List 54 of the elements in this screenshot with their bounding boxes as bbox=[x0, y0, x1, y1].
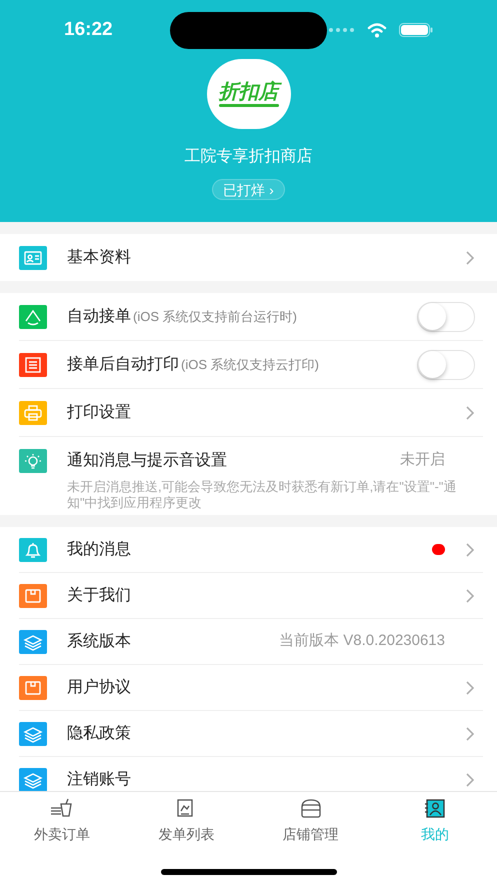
row-label: 关于我们 bbox=[67, 586, 131, 606]
chevron-icon bbox=[465, 772, 475, 788]
settings-row[interactable]: 隐私政策 bbox=[19, 711, 483, 757]
toggle-switch[interactable] bbox=[417, 302, 475, 332]
tab-item[interactable]: 店铺管理 bbox=[248, 792, 373, 845]
row-label: 通知消息与提示音设置 bbox=[67, 450, 227, 470]
row-label: 打印设置 bbox=[67, 402, 131, 422]
box-icon bbox=[19, 584, 47, 608]
row-label: 用户协议 bbox=[67, 678, 131, 698]
settings-row[interactable]: 基本资料 bbox=[19, 234, 483, 281]
chevron-icon bbox=[465, 588, 475, 604]
settings-row[interactable]: 接单后自动打印(iOS 系统仅支持云打印) bbox=[19, 341, 483, 389]
chevron-icon bbox=[465, 680, 475, 696]
row-label: 隐私政策 bbox=[67, 724, 131, 744]
row-label: 我的消息 bbox=[67, 540, 131, 560]
chevron-icon bbox=[465, 726, 475, 742]
wifi-icon bbox=[367, 22, 387, 38]
shop-logo: 折扣店 bbox=[206, 59, 290, 129]
tab-item[interactable]: 发单列表 bbox=[124, 792, 248, 845]
chevron-icon bbox=[465, 404, 475, 420]
box-icon bbox=[19, 676, 47, 700]
bell-icon bbox=[19, 538, 47, 562]
settings-row[interactable]: 系统版本 当前版本 V8.0.20230613 bbox=[19, 619, 483, 665]
settings-row[interactable]: 我的消息 bbox=[19, 527, 483, 573]
shop-name: 工院专享折扣商店 bbox=[184, 146, 312, 167]
battery-icon bbox=[399, 23, 433, 37]
row-label: 接单后自动打印 bbox=[67, 354, 179, 374]
document-icon bbox=[19, 352, 47, 376]
chevron-icon bbox=[465, 250, 475, 266]
toggle-switch[interactable] bbox=[417, 350, 475, 380]
settings-row[interactable]: 打印设置 bbox=[19, 389, 483, 437]
signal-icon bbox=[329, 28, 355, 32]
settings-row[interactable]: 自动接单(iOS 系统仅支持前台运行时) bbox=[19, 293, 483, 341]
chevron-icon bbox=[465, 542, 475, 558]
settings-row[interactable]: 用户协议 bbox=[19, 665, 483, 711]
row-label: 自动接单 bbox=[67, 306, 131, 326]
setting-value: 未开启 bbox=[400, 450, 445, 470]
row-hint: (iOS 系统仅支持云打印) bbox=[181, 356, 319, 374]
row-hint: (iOS 系统仅支持前台运行时) bbox=[133, 308, 297, 326]
settings-row[interactable]: 关于我们 bbox=[19, 573, 483, 619]
row-label: 系统版本 bbox=[67, 632, 131, 652]
notice-text: 未开启消息推送,可能会导致您无法及时获悉有新订单,请在"设置"-"通知"中找到应用程序更改 bbox=[67, 479, 458, 512]
status-time: 16:22 bbox=[64, 18, 113, 42]
lightbulb-icon bbox=[19, 448, 47, 472]
tab-item[interactable]: 外卖订单 bbox=[0, 792, 124, 845]
settings-row[interactable]: 通知消息与提示音设置 未开启 未开启消息推送,可能会导致您无法及时获悉有新订单,请在"设置"-"通知"中找到应用程序更改 bbox=[19, 437, 483, 515]
layers-icon bbox=[19, 630, 47, 654]
layers-icon bbox=[19, 722, 47, 746]
tent-icon bbox=[19, 304, 47, 328]
row-label: 基本资料 bbox=[67, 248, 131, 268]
row-label: 注销账号 bbox=[67, 770, 131, 790]
id-card-icon bbox=[19, 246, 47, 270]
printer-icon bbox=[19, 400, 47, 424]
setting-value: 当前版本 V8.0.20230613 bbox=[279, 631, 445, 652]
